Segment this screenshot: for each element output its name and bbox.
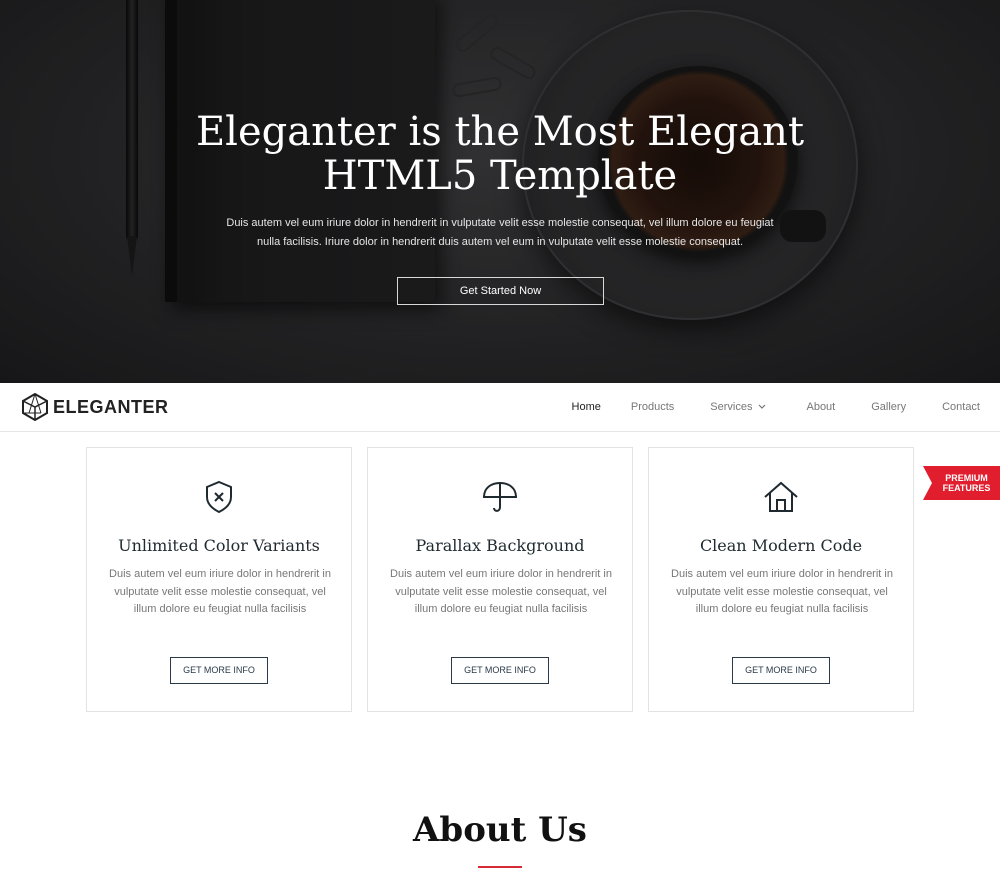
home-icon (764, 481, 798, 512)
nav-item-home[interactable]: Home (572, 401, 601, 413)
nav-item-services[interactable]: Services (710, 401, 766, 413)
chevron-down-icon (759, 404, 766, 409)
feature-card: Unlimited Color Variants Duis autem vel … (86, 447, 352, 712)
feature-title: Clean Modern Code (699, 536, 863, 555)
nav-item-contact[interactable]: Contact (942, 401, 980, 413)
nav-item-services-label: Services (710, 401, 753, 413)
main-navbar: ELEGANTER Home Products Services About G… (0, 383, 1000, 432)
nav-item-products[interactable]: Products (631, 401, 674, 413)
badge-line: PREMIUM (945, 473, 988, 483)
premium-features-badge[interactable]: PREMIUM FEATURES (923, 466, 1000, 500)
get-more-info-button[interactable]: GET MORE INFO (451, 657, 549, 684)
shield-x-icon (206, 480, 232, 514)
feature-description: Duis autem vel eum iriure dolor in hendr… (390, 568, 612, 615)
get-more-info-button[interactable]: GET MORE INFO (170, 657, 268, 684)
feature-card: Clean Modern Code Duis autem vel eum iri… (648, 447, 914, 712)
hero-title-line: HTML5 Template (322, 153, 678, 199)
feature-title: Unlimited Color Variants (118, 536, 320, 555)
umbrella-icon (482, 481, 518, 512)
get-more-info-button[interactable]: GET MORE INFO (732, 657, 830, 684)
logo-icon (22, 393, 48, 421)
feature-title: Parallax Background (415, 536, 585, 555)
hero-title: Eleganter is the Most Elegant HTML5 Temp… (0, 110, 1000, 198)
feature-description: Duis autem vel eum iriure dolor in hendr… (109, 568, 331, 615)
hero-title-line: Eleganter is the Most Elegant (195, 109, 805, 155)
feature-card: Parallax Background Duis autem vel eum i… (367, 447, 633, 712)
badge-line: FEATURES (942, 483, 991, 493)
hero-section: Eleganter is the Most Elegant HTML5 Temp… (0, 0, 1000, 383)
about-title: About Us (413, 810, 587, 850)
main-nav: Home Products Services About Gallery Con… (572, 383, 980, 431)
nav-item-gallery[interactable]: Gallery (871, 401, 906, 413)
hero-description: Duis autem vel eum iriure dolor in hendr… (226, 217, 774, 248)
logo[interactable]: ELEGANTER (22, 392, 169, 422)
logo-text: ELEGANTER (53, 396, 169, 417)
feature-description: Duis autem vel eum iriure dolor in hendr… (671, 568, 893, 615)
nav-item-about[interactable]: About (806, 401, 835, 413)
about-divider (478, 866, 522, 868)
get-started-button[interactable]: Get Started Now (397, 277, 604, 305)
